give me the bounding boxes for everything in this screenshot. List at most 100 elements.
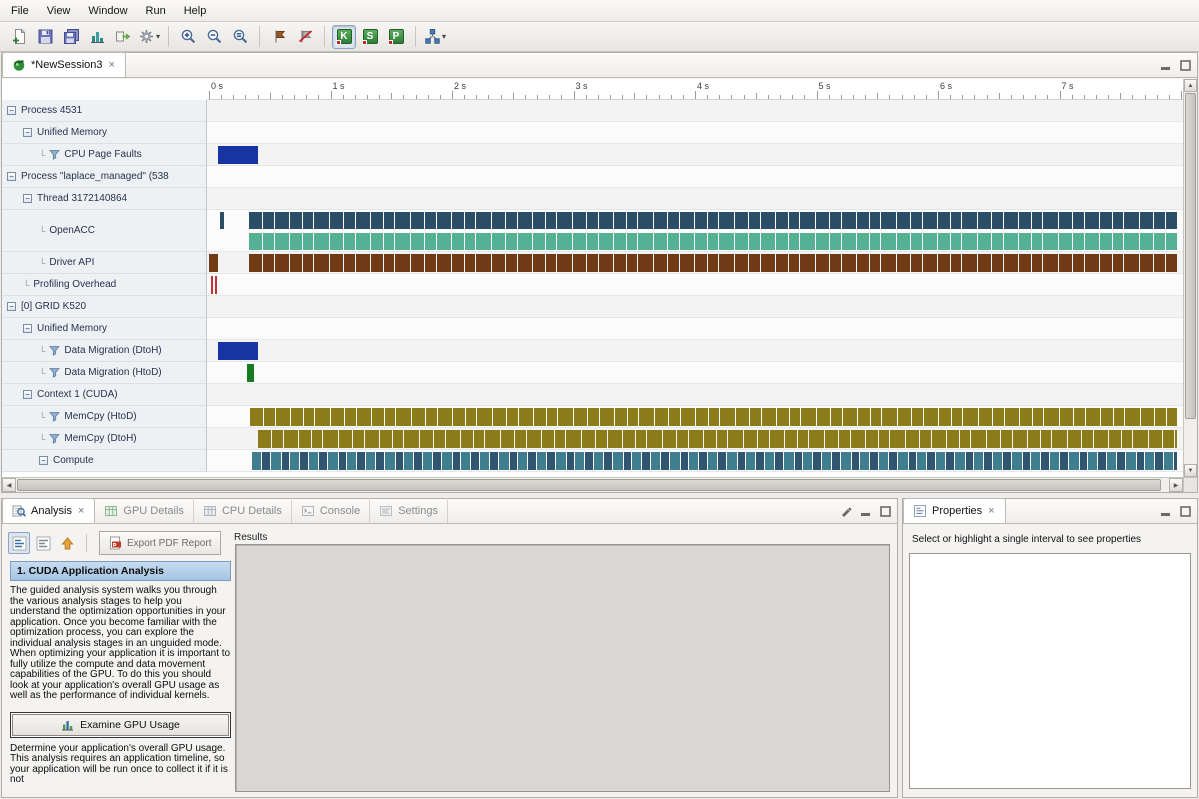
timeline-interval[interactable] xyxy=(1154,254,1165,272)
timeline-interval[interactable] xyxy=(870,254,880,272)
timeline-interval[interactable] xyxy=(506,212,517,229)
timeline-row-track[interactable] xyxy=(207,318,1183,340)
scroll-up-icon[interactable]: ▲ xyxy=(1184,79,1197,92)
timeline-interval[interactable] xyxy=(1098,452,1106,470)
timeline-interval[interactable] xyxy=(477,408,492,426)
guided-analysis-icon[interactable] xyxy=(8,532,30,554)
timeline-interval[interactable] xyxy=(830,212,841,229)
timeline-interval[interactable] xyxy=(770,430,784,448)
timeline-interval[interactable] xyxy=(353,430,364,448)
timeline-interval[interactable] xyxy=(582,430,595,448)
timeline-interval[interactable] xyxy=(1074,408,1085,426)
timeline-interval[interactable] xyxy=(761,254,775,272)
timeline-row-label[interactable]: −Unified Memory xyxy=(2,318,207,340)
timeline-interval[interactable] xyxy=(777,408,789,426)
timeline-interval[interactable] xyxy=(304,408,314,426)
timeline-interval[interactable] xyxy=(866,430,878,448)
timeline-interval[interactable] xyxy=(800,233,815,250)
timeline-interval[interactable] xyxy=(927,452,935,470)
timeline-interval[interactable] xyxy=(471,452,479,470)
timeline-interval[interactable] xyxy=(830,254,841,272)
timeline-interval[interactable] xyxy=(851,430,865,448)
timeline-interval[interactable] xyxy=(411,212,424,229)
timeline-interval[interactable] xyxy=(404,430,419,448)
timeline-interval[interactable] xyxy=(1140,254,1153,272)
timeline-interval[interactable] xyxy=(527,430,541,448)
timeline-interval[interactable] xyxy=(1085,233,1099,250)
timeline-row-label[interactable]: −Process 4531 xyxy=(2,100,207,122)
timeline-interval[interactable] xyxy=(761,233,775,250)
timeline-interval[interactable] xyxy=(663,430,676,448)
timeline-interval[interactable] xyxy=(573,212,586,229)
timeline-interval[interactable] xyxy=(557,212,572,229)
timeline-interval[interactable] xyxy=(761,212,775,229)
vertical-scroll-thumb[interactable] xyxy=(1185,93,1196,419)
timeline-interval[interactable] xyxy=(858,408,870,426)
timeline-interval[interactable] xyxy=(951,233,961,250)
timeline-interval[interactable] xyxy=(492,254,505,272)
timeline-interval[interactable] xyxy=(1028,430,1040,448)
timeline-interval[interactable] xyxy=(955,452,965,470)
timeline-interval[interactable] xyxy=(485,430,500,448)
timeline-interval[interactable] xyxy=(719,212,734,229)
timeline-interval[interactable] xyxy=(276,408,290,426)
timeline-interval[interactable] xyxy=(654,233,667,250)
timeline-interval[interactable] xyxy=(699,452,707,470)
timeline-interval[interactable] xyxy=(962,212,977,229)
timeline-interval[interactable] xyxy=(1141,408,1154,426)
timeline-interval[interactable] xyxy=(585,452,593,470)
timeline-interval[interactable] xyxy=(1044,408,1059,426)
timeline-interval[interactable] xyxy=(661,452,669,470)
timeline-interval[interactable] xyxy=(789,233,799,250)
timeline-row-track[interactable] xyxy=(207,144,1183,166)
timeline-interval[interactable] xyxy=(623,430,635,448)
timeline-interval[interactable] xyxy=(319,452,327,470)
timeline-interval[interactable] xyxy=(920,430,931,448)
timeline-interval[interactable] xyxy=(1019,212,1031,229)
timeline-interval[interactable] xyxy=(936,452,945,470)
collapse-toggle-icon[interactable]: − xyxy=(39,456,48,465)
timeline-interval[interactable] xyxy=(395,233,410,250)
timeline-interval[interactable] xyxy=(736,408,749,426)
timeline-row-label[interactable]: −Thread 3172140864 xyxy=(2,188,207,210)
timeline-interval[interactable] xyxy=(371,254,383,272)
timeline-interval[interactable] xyxy=(839,430,850,448)
timeline-interval[interactable] xyxy=(738,452,745,470)
minimize-icon[interactable] xyxy=(1159,59,1172,71)
timeline-interval[interactable] xyxy=(789,254,799,272)
timeline-interval[interactable] xyxy=(1080,452,1087,470)
timeline-interval[interactable] xyxy=(1088,452,1097,470)
timeline-interval[interactable] xyxy=(830,233,841,250)
timeline-interval[interactable] xyxy=(750,408,761,426)
timeline-interval[interactable] xyxy=(923,254,937,272)
timeline-row-track[interactable] xyxy=(207,406,1183,428)
timeline-interval[interactable] xyxy=(1060,408,1073,426)
timeline-interval[interactable] xyxy=(1003,452,1011,470)
close-icon[interactable]: × xyxy=(987,506,995,516)
timeline-interval[interactable] xyxy=(356,212,370,229)
timeline-interval[interactable] xyxy=(1133,430,1148,448)
menu-item-run[interactable]: Run xyxy=(137,2,175,20)
timeline-interval[interactable] xyxy=(395,254,410,272)
timeline-interval[interactable] xyxy=(800,254,815,272)
timeline-interval[interactable] xyxy=(1109,430,1121,448)
timeline-interval[interactable] xyxy=(898,408,911,426)
timeline-interval[interactable] xyxy=(890,430,905,448)
timeline-interval[interactable] xyxy=(938,233,950,250)
timeline-interval[interactable] xyxy=(963,408,978,426)
timeline-interval[interactable] xyxy=(446,430,460,448)
timeline-interval[interactable] xyxy=(575,452,584,470)
timeline-interval[interactable] xyxy=(1004,212,1018,229)
timeline-interval[interactable] xyxy=(461,430,473,448)
timeline-interval[interactable] xyxy=(587,233,598,250)
timeline-interval[interactable] xyxy=(314,212,329,229)
timeline-interval[interactable] xyxy=(1068,430,1081,448)
timeline-interval[interactable] xyxy=(870,452,878,470)
timeline-interval[interactable] xyxy=(897,233,910,250)
minimize-icon[interactable] xyxy=(1159,505,1172,517)
timeline-interval[interactable] xyxy=(1059,233,1072,250)
timeline-interval[interactable] xyxy=(654,254,667,272)
timeline-interval[interactable] xyxy=(596,430,607,448)
timeline-interval[interactable] xyxy=(372,408,384,426)
timeline-row-track[interactable] xyxy=(207,340,1183,362)
